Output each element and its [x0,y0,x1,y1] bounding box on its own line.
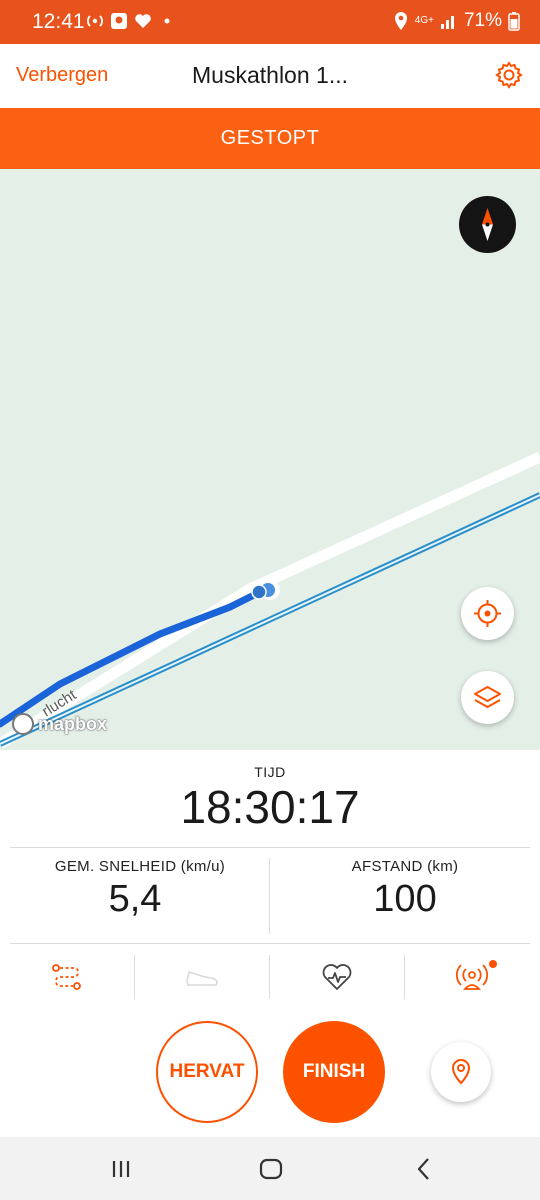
mapbox-attribution[interactable]: mapbox [12,713,107,735]
system-nav-bar [0,1137,540,1200]
stats-divider-top [10,847,530,848]
map-pin-icon [451,1058,471,1085]
gear-icon[interactable] [494,60,524,90]
heart-rate-button[interactable] [270,955,404,999]
time-label: TIJD [254,764,286,780]
status-time: 12:41 [32,10,85,33]
beacon-notification-dot [489,960,497,968]
mapbox-logo-icon [12,713,34,735]
time-value: 18:30:17 [180,781,360,833]
layers-button[interactable] [461,671,514,724]
locate-button[interactable] [461,587,514,640]
resume-button[interactable]: HERVAT [156,1021,258,1123]
signal-icon [440,16,454,29]
status-notification-icons [86,12,176,30]
home-icon[interactable] [255,1153,287,1185]
location-icon [394,12,407,30]
battery-icon [508,12,520,31]
road-line [0,451,540,749]
hotspot-icon [87,15,103,27]
dot-icon [164,18,170,24]
network-type: 4G+ [414,15,434,26]
stopped-banner: GESTOPT [0,108,540,169]
start-position-dot [251,584,267,600]
distance-label: AFSTAND (km) [351,858,459,875]
avg-speed-label: GEM. SNELHEID (km/u) [54,858,226,875]
pin-button[interactable] [431,1042,491,1102]
compass-button[interactable] [459,196,516,253]
avg-speed-value: 5,4 [108,878,162,920]
route-icon [52,964,81,990]
compass-icon [482,208,493,241]
route-button[interactable] [0,955,134,999]
finish-button[interactable]: FINISH [283,1021,385,1123]
stats-divider-bottom [10,943,530,944]
distance-value: 100 [373,878,437,920]
locate-icon [474,600,501,627]
beacon-icon [455,964,489,990]
beacon-button[interactable] [405,955,539,999]
back-icon[interactable] [408,1153,440,1185]
status-bar: 12:41 4G+ 71% [0,0,540,44]
recents-icon[interactable] [105,1153,137,1185]
map-route-layer: rlucht [0,451,540,749]
shoe-icon [186,971,218,986]
shoe-button[interactable] [135,955,269,999]
map-view[interactable]: rlucht mapbox [0,169,540,750]
status-system-icons: 4G+ 71% [393,10,520,32]
app-header: Verbergen Muskathlon 1... [0,44,540,108]
layers-icon [474,686,501,708]
mapbox-label: mapbox [38,713,108,734]
battery-percent: 71% [463,10,502,31]
heart-rate-icon [322,964,352,990]
app-notification-icon [111,13,127,29]
waterway-inner [0,494,540,745]
heart-icon [135,14,151,28]
activity-title: Muskathlon 1... [192,62,348,88]
